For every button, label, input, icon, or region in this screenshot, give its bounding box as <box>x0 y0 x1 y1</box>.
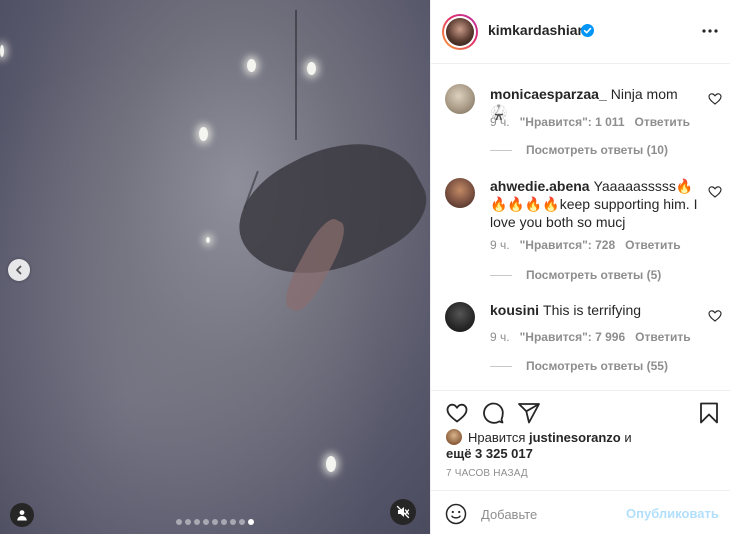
replies-divider <box>490 365 512 367</box>
view-replies-label: Посмотреть ответы (5) <box>526 268 662 282</box>
more-options-button[interactable] <box>699 20 721 42</box>
post-media-video[interactable] <box>0 0 430 534</box>
replies-divider <box>490 274 512 276</box>
comment-meta: 9 ч. "Нравится": 728 Ответить <box>490 238 681 252</box>
tagged-users-button[interactable] <box>10 503 34 527</box>
likes-summary: Нравится justinesoranzo и <box>446 429 716 446</box>
media-light <box>199 127 208 141</box>
view-replies-button[interactable]: Посмотреть ответы (5) <box>490 268 661 282</box>
media-haze <box>0 0 430 534</box>
carousel-dot <box>203 519 209 525</box>
comment-likes[interactable]: "Нравится": 7 996 <box>520 330 626 344</box>
like-heart-icon[interactable] <box>445 401 469 425</box>
carousel-dot <box>194 519 200 525</box>
replies-divider <box>490 149 512 151</box>
author-avatar[interactable] <box>442 14 478 50</box>
mute-toggle-button[interactable] <box>390 499 416 525</box>
likes-count[interactable]: ещё 3 325 017 <box>446 446 533 461</box>
comment-meta: 9 ч. "Нравится": 1 011 Ответить <box>490 115 690 129</box>
heart-icon[interactable] <box>708 309 722 323</box>
media-light <box>0 45 4 57</box>
comment-text: ahwedie.abena Yaaaaasssss🔥🔥🔥🔥🔥keep suppor… <box>490 177 698 231</box>
media-light <box>326 456 336 472</box>
carousel-dot <box>221 519 227 525</box>
emoji-smile-icon[interactable] <box>445 503 467 525</box>
view-replies-label: Посмотреть ответы (55) <box>526 359 668 373</box>
comment-time: 9 ч. <box>490 238 510 252</box>
comment-bubble-icon[interactable] <box>481 401 505 425</box>
author-username[interactable]: kimkardashian <box>488 22 586 38</box>
chevron-left-icon <box>16 265 22 275</box>
comments-list: monicaesparzaa_ Ninja mom 🥋 9 ч. "Нравитс… <box>431 64 730 390</box>
commenter-avatar[interactable] <box>445 178 475 208</box>
post-side-panel: kimkardashian monicaesparzaa_ Ninja mom 🥋 <box>430 0 730 534</box>
carousel-dot <box>230 519 236 525</box>
commenter-avatar[interactable] <box>445 302 475 332</box>
view-replies-button[interactable]: Посмотреть ответы (55) <box>490 359 668 373</box>
likes-prefix: Нравится <box>468 430 526 445</box>
reply-button[interactable]: Ответить <box>635 330 690 344</box>
carousel-prev-button[interactable] <box>8 259 30 281</box>
speaker-muted-icon <box>396 505 410 519</box>
more-horizontal-icon <box>702 29 718 33</box>
commenter-username[interactable]: kousini <box>490 302 539 318</box>
publish-button[interactable]: Опубликовать <box>626 506 719 521</box>
liker-username[interactable]: justinesoranzo <box>529 430 621 445</box>
comment-time: 9 ч. <box>490 330 510 344</box>
verified-badge-icon <box>581 24 594 37</box>
commenter-username[interactable]: ahwedie.abena <box>490 178 590 194</box>
media-light <box>206 237 210 243</box>
comment-meta: 9 ч. "Нравится": 7 996 Ответить <box>490 330 691 344</box>
commenter-avatar[interactable] <box>445 84 475 114</box>
view-replies-label: Посмотреть ответы (10) <box>526 143 668 157</box>
comment-text: kousini This is terrifying <box>490 301 698 319</box>
liker-avatar[interactable] <box>446 429 462 445</box>
comment-likes[interactable]: "Нравится": 728 <box>520 238 616 252</box>
media-wire <box>295 10 297 140</box>
bookmark-icon[interactable] <box>697 401 721 425</box>
carousel-dot <box>212 519 218 525</box>
media-light <box>247 59 256 72</box>
heart-icon[interactable] <box>708 92 722 106</box>
carousel-dot-active <box>248 519 254 525</box>
carousel-indicator <box>176 519 254 525</box>
user-icon <box>17 510 27 521</box>
view-replies-button[interactable]: Посмотреть ответы (10) <box>490 143 668 157</box>
likes-conjunction: и <box>624 430 632 445</box>
comment-time: 9 ч. <box>490 115 510 129</box>
share-paper-plane-icon[interactable] <box>517 401 541 425</box>
add-comment-bar: Опубликовать <box>431 490 730 534</box>
post-header: kimkardashian <box>431 0 730 64</box>
carousel-dot <box>239 519 245 525</box>
media-light <box>307 62 316 75</box>
comment-likes[interactable]: "Нравится": 1 011 <box>520 115 625 129</box>
heart-icon[interactable] <box>708 185 722 199</box>
commenter-username[interactable]: monicaesparzaa_ <box>490 86 607 102</box>
carousel-dot <box>176 519 182 525</box>
reply-button[interactable]: Ответить <box>625 238 680 252</box>
post-timestamp[interactable]: 7 ЧАСОВ НАЗАД <box>446 468 528 479</box>
post-actions-section: Нравится justinesoranzo и ещё 3 325 017 … <box>431 390 730 534</box>
reply-button[interactable]: Ответить <box>635 115 690 129</box>
comment-body: This is terrifying <box>543 302 642 318</box>
carousel-dot <box>185 519 191 525</box>
